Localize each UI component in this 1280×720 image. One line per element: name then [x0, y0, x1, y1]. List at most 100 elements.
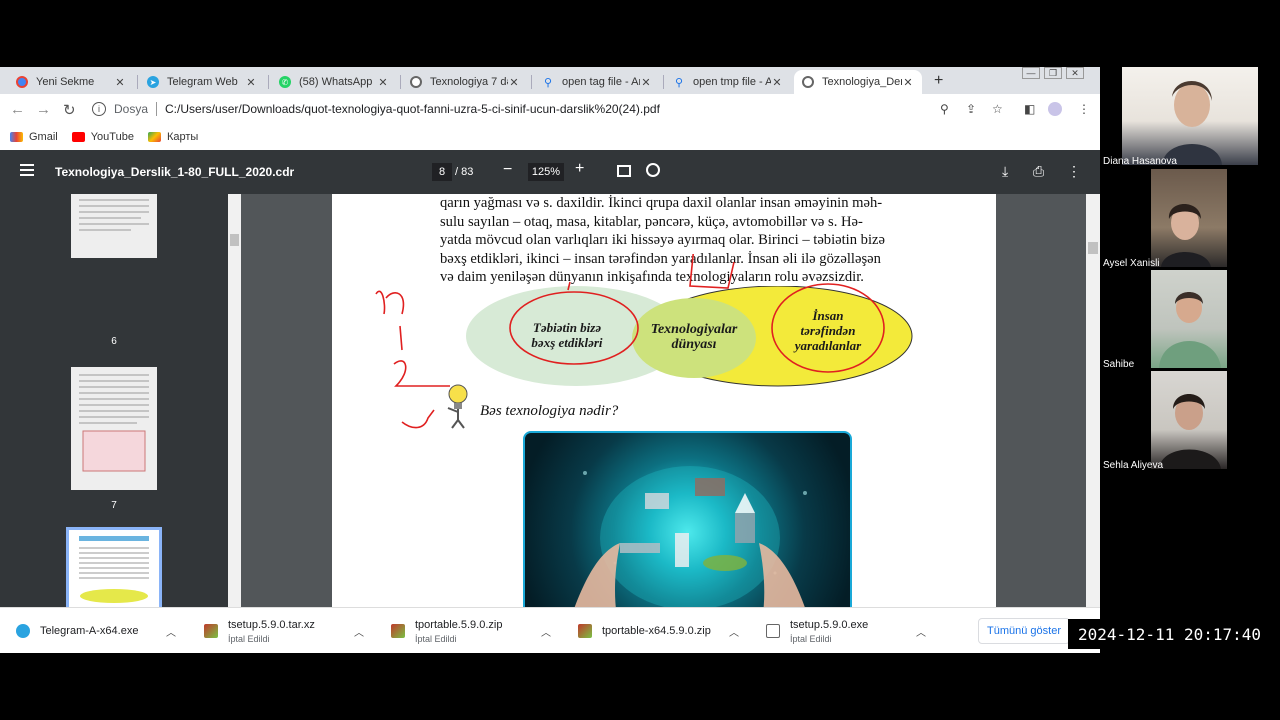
- forward-icon[interactable]: →: [36, 101, 51, 118]
- pdf-toolbar: Texnologiya_Derslik_1-80_FULL_2020.cdr 8…: [0, 150, 1100, 194]
- whatsapp-icon: ✆: [279, 76, 291, 88]
- participant-name: Aysel Xanisli: [1103, 258, 1160, 269]
- tab-open-tmp-file[interactable]: ⚲ open tmp file - Ara ✕: [665, 70, 791, 94]
- tab-label: (58) WhatsApp: [299, 76, 373, 88]
- back-icon[interactable]: ←: [10, 101, 25, 118]
- fit-page-icon[interactable]: [617, 165, 631, 177]
- thumbnail-scrollbar[interactable]: [228, 194, 241, 653]
- youtube-icon: [71, 132, 85, 142]
- thumbnail-page[interactable]: [71, 367, 157, 490]
- print-icon[interactable]: ⎙: [1033, 163, 1044, 180]
- tab-divider: [268, 75, 269, 89]
- more-options-icon[interactable]: ⋮: [1067, 163, 1081, 180]
- chevron-up-icon[interactable]: ︿: [541, 624, 551, 639]
- participant-tile[interactable]: Diana Hasanova: [1100, 67, 1260, 169]
- participant-video: [1151, 371, 1227, 469]
- tab-label: open tag file - Ara: [562, 76, 640, 88]
- url-field[interactable]: i Dosya C:/Users/user/Downloads/quot-tex…: [92, 99, 1012, 119]
- url-scheme-label: Dosya: [114, 102, 149, 116]
- show-all-downloads-button[interactable]: Tümünü göster: [978, 618, 1070, 644]
- thumbnail-lines: [79, 374, 149, 472]
- url-divider: [156, 102, 158, 116]
- download-icon[interactable]: ⤓: [1002, 163, 1008, 180]
- downloads-shelf: Telegram-A-x64.exe ︿ tsetup.5.9.0.tar.xz…: [0, 607, 1100, 653]
- share-icon[interactable]: ⇪: [966, 102, 976, 116]
- tab-texnologiya-derslik[interactable]: Texnologiya_Dersli ✕: [794, 70, 922, 94]
- tab-divider: [663, 75, 664, 89]
- scroll-thumb[interactable]: [1088, 242, 1098, 254]
- annotation-circle-left: [509, 291, 639, 365]
- tab-whatsapp[interactable]: ✆ (58) WhatsApp ✕: [271, 70, 397, 94]
- side-panel-icon[interactable]: ◧: [1024, 102, 1035, 116]
- zoom-icon[interactable]: ⚲: [940, 102, 949, 116]
- more-menu-icon[interactable]: ⋮: [1078, 102, 1090, 116]
- scroll-thumb[interactable]: [230, 234, 239, 246]
- participant-tile[interactable]: Aysel Xanisli: [1100, 169, 1260, 271]
- tab-label: Texnologiya_Dersli: [822, 76, 902, 88]
- tab-texnologiya-7[interactable]: Texnologiya 7 dərs ✕: [402, 70, 528, 94]
- chevron-up-icon[interactable]: ︿: [729, 624, 739, 639]
- tab-open-tag-file[interactable]: ⚲ open tag file - Ara ✕: [534, 70, 660, 94]
- bookmark-label: Карты: [166, 131, 199, 143]
- participant-name: Sehla Aliyeva: [1103, 460, 1164, 471]
- annotation-circle-right: [771, 283, 885, 373]
- thumbnail-page[interactable]: [71, 194, 157, 258]
- tab-label: Telegram Web: [167, 76, 238, 88]
- close-icon[interactable]: ✕: [245, 76, 257, 89]
- zoom-input[interactable]: 125%: [528, 163, 564, 181]
- download-item[interactable]: tportable-x64.5.9.0.zip: [578, 608, 711, 653]
- participant-video: [1151, 270, 1227, 368]
- info-icon[interactable]: i: [92, 102, 106, 116]
- paragraph-line: yatda mövcud olan varlıqları iki hissəyə…: [440, 232, 885, 249]
- person-silhouette: [1159, 394, 1221, 469]
- close-icon[interactable]: ✕: [377, 76, 389, 89]
- tab-yeni-sekme[interactable]: Yeni Sekme ✕: [8, 70, 134, 94]
- menu-icon[interactable]: [20, 164, 34, 176]
- download-name: tportable.5.9.0.zip: [415, 618, 503, 631]
- close-icon[interactable]: ✕: [640, 76, 652, 89]
- participant-name: Sahibe: [1103, 359, 1135, 370]
- tab-label: Yeni Sekme: [36, 76, 95, 88]
- zoom-out-button[interactable]: −: [503, 161, 512, 179]
- zoom-in-button[interactable]: +: [575, 160, 584, 178]
- pdf-page: qarın yağması və s. daxildir. İkinci qru…: [332, 194, 996, 653]
- screen: Yeni Sekme ✕ ➤ Telegram Web ✕ ✆ (58) Wha…: [0, 0, 1280, 720]
- close-window-icon[interactable]: ✕: [1066, 67, 1084, 79]
- thumbnail-sidebar: 6 7: [0, 194, 228, 653]
- main-scrollbar[interactable]: [1086, 194, 1100, 653]
- chevron-up-icon[interactable]: ︿: [354, 624, 364, 639]
- page-total: / 83: [455, 166, 474, 178]
- tab-bar: Yeni Sekme ✕ ➤ Telegram Web ✕ ✆ (58) Wha…: [0, 67, 1100, 94]
- page-number-input[interactable]: 8: [432, 163, 452, 181]
- new-tab-button[interactable]: +: [934, 72, 943, 90]
- tab-telegram[interactable]: ➤ Telegram Web ✕: [139, 70, 265, 94]
- chevron-up-icon[interactable]: ︿: [166, 624, 176, 639]
- search-icon: ⚲: [543, 76, 553, 89]
- download-item[interactable]: tportable.5.9.0.zip İptal Edildi: [391, 608, 502, 653]
- download-item[interactable]: Telegram-A-x64.exe: [16, 608, 138, 653]
- maps-icon: [147, 132, 161, 142]
- close-icon[interactable]: ✕: [771, 76, 783, 89]
- close-icon[interactable]: ✕: [508, 76, 520, 89]
- download-item[interactable]: tsetup.5.9.0.exe İptal Edildi: [766, 608, 868, 653]
- address-bar: ← → ↻ i Dosya C:/Users/user/Downloads/qu…: [0, 94, 1100, 124]
- chevron-up-icon[interactable]: ︿: [916, 624, 926, 639]
- close-icon[interactable]: ✕: [902, 76, 914, 89]
- bookmark-star-icon[interactable]: ☆: [992, 102, 1003, 116]
- bookmark-youtube[interactable]: YouTube: [71, 131, 134, 143]
- participant-tile[interactable]: Sehla Aliyeva: [1100, 371, 1260, 473]
- bookmark-gmail[interactable]: Gmail: [10, 131, 58, 143]
- participant-tile[interactable]: Sahibe: [1100, 270, 1260, 372]
- participant-video: [1151, 169, 1227, 267]
- minimize-icon[interactable]: —: [1022, 67, 1040, 79]
- archive-icon: [578, 624, 592, 638]
- download-item[interactable]: tsetup.5.9.0.tar.xz İptal Edildi: [204, 608, 315, 653]
- close-icon[interactable]: ✕: [114, 76, 126, 89]
- annotation-stroke: [567, 281, 571, 291]
- reload-icon[interactable]: ↻: [63, 101, 76, 119]
- restore-icon[interactable]: ❐: [1044, 67, 1062, 79]
- rotate-icon[interactable]: [646, 163, 660, 177]
- gmail-icon: [10, 132, 23, 142]
- bookmark-maps[interactable]: Карты: [147, 131, 199, 143]
- profile-avatar[interactable]: [1048, 102, 1062, 116]
